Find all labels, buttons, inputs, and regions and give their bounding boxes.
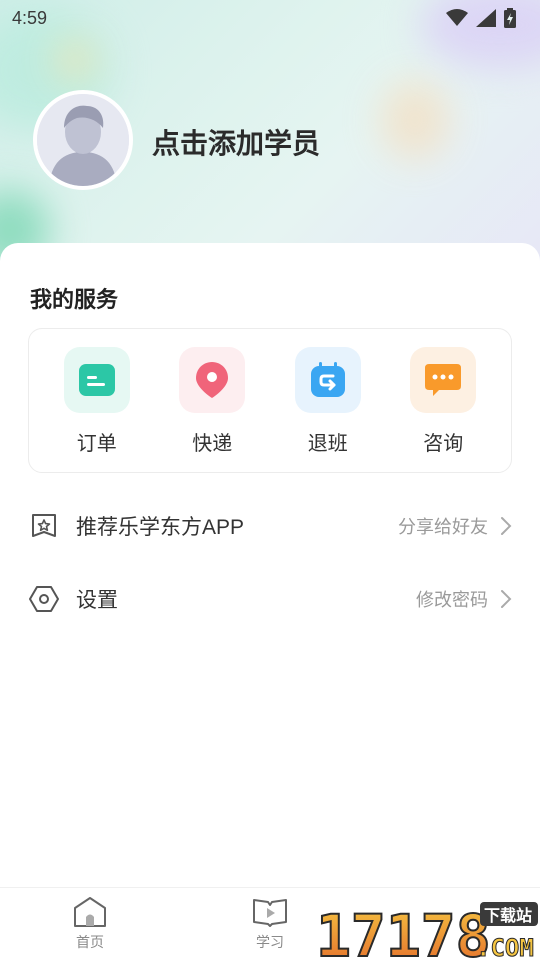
menu-hint: 分享给好友 (398, 517, 488, 537)
status-bar: 4:59 (0, 0, 540, 36)
menu-row-settings[interactable]: 设置 修改密码 (0, 569, 540, 629)
service-label: 退班 (307, 433, 348, 455)
signal-icon (476, 9, 496, 27)
menu-label: 推荐乐学东方APP (76, 516, 245, 539)
hexagon-settings-icon (28, 583, 60, 615)
wifi-icon (446, 9, 468, 26)
watermark-digits: 17178 (316, 902, 491, 960)
location-pin-icon (179, 347, 246, 413)
default-avatar-icon (37, 94, 129, 186)
calendar-return-icon (294, 347, 361, 413)
service-delivery[interactable]: 快递 (162, 329, 262, 472)
service-label: 咨询 (423, 433, 464, 455)
service-order[interactable]: 订单 (47, 329, 147, 472)
tab-label: 学习 (256, 934, 284, 950)
chevron-right-icon (501, 517, 512, 535)
17178-watermark-logo: 17178 下载站 .COM (315, 898, 540, 960)
watermark-badge: 下载站 (484, 906, 532, 925)
menu-row-recommend-app[interactable]: 推荐乐学东方APP 分享给好友 (0, 496, 540, 556)
service-label: 快递 (192, 433, 233, 455)
chevron-right-icon (501, 590, 512, 608)
status-time: 4:59 (12, 7, 48, 28)
menu-hint: 修改密码 (416, 590, 488, 610)
service-label: 订单 (76, 433, 117, 455)
watermark-suffix: .COM (476, 934, 534, 960)
services-title: 我的服务 (30, 287, 119, 312)
play-book-icon (253, 899, 287, 927)
service-withdraw[interactable]: 退班 (278, 329, 378, 472)
battery-icon (504, 8, 516, 28)
add-student-label[interactable]: 点击添加学员 (152, 122, 320, 162)
chat-bubble-icon (410, 347, 477, 413)
service-consult[interactable]: 咨询 (393, 329, 493, 472)
home-icon (74, 897, 106, 927)
menu-label: 设置 (76, 589, 118, 612)
services-panel: 订单 快递 退班 咨询 (28, 328, 512, 473)
tab-label: 首页 (76, 934, 104, 950)
star-badge-icon (28, 510, 60, 542)
avatar[interactable] (33, 90, 133, 190)
tab-study[interactable]: 学习 (230, 896, 310, 952)
tab-home[interactable]: 首页 (50, 896, 130, 952)
order-icon (63, 347, 130, 413)
